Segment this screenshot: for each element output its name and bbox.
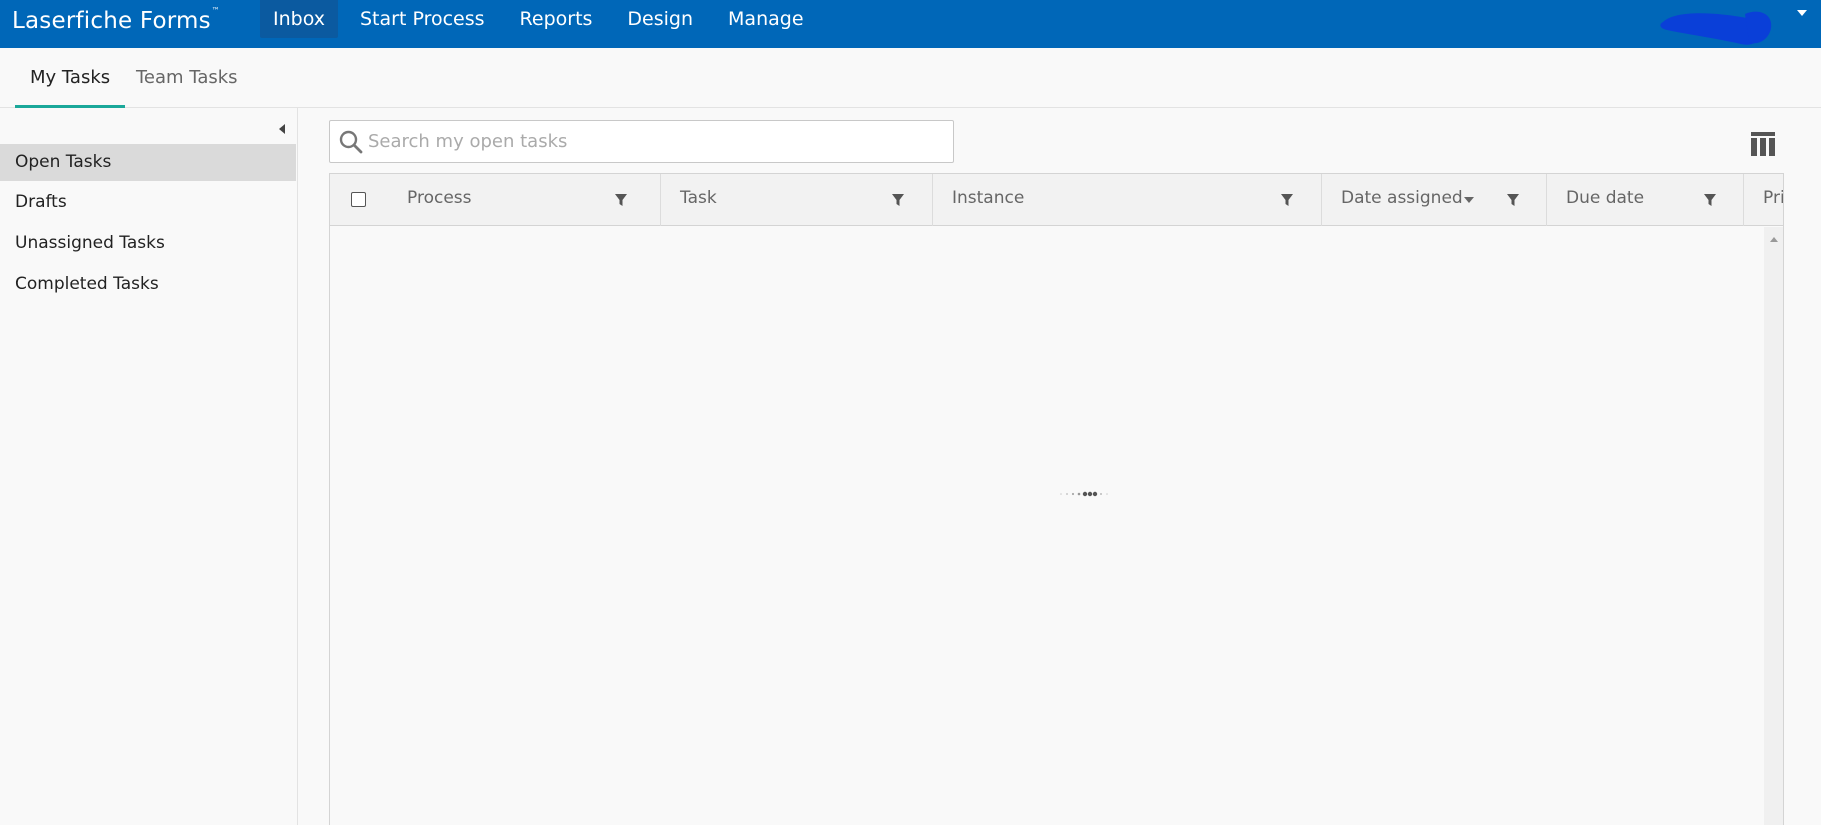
app-brand[interactable]: Laserfiche Forms™	[12, 6, 220, 34]
vertical-scrollbar[interactable]	[1764, 227, 1783, 825]
sort-descending-icon[interactable]	[1464, 197, 1474, 203]
nav-item-design[interactable]: Design	[614, 0, 706, 38]
main-content: Process Task Instance Date assigned Due …	[298, 108, 1821, 825]
tab-team-tasks[interactable]: Team Tasks	[121, 68, 253, 108]
column-instance[interactable]: Instance	[932, 174, 1321, 226]
user-menu[interactable]	[1637, 0, 1807, 48]
column-date-assigned[interactable]: Date assigned	[1321, 174, 1546, 226]
top-navigation-bar: Laserfiche Forms™ Inbox Start Process Re…	[0, 0, 1821, 48]
redacted-username-scribble	[1660, 11, 1772, 45]
nav-item-inbox[interactable]: Inbox	[260, 0, 338, 38]
filter-icon[interactable]	[1280, 193, 1294, 207]
filter-icon[interactable]	[1506, 193, 1520, 207]
trademark-symbol: ™	[211, 6, 220, 15]
column-label: Pri	[1763, 188, 1784, 208]
grid-header: Process Task Instance Date assigned Due …	[330, 174, 1784, 226]
sidebar-item-open-tasks[interactable]: Open Tasks	[0, 144, 296, 181]
tab-my-tasks[interactable]: My Tasks	[15, 68, 126, 108]
columns-icon[interactable]	[1750, 131, 1776, 157]
search-icon	[339, 130, 363, 154]
column-due-date[interactable]: Due date	[1546, 174, 1743, 226]
nav-item-start-process[interactable]: Start Process	[347, 0, 498, 38]
brand-name: Laserfiche Forms	[12, 8, 211, 34]
column-label: Process	[407, 188, 472, 208]
select-all-checkbox[interactable]	[351, 192, 366, 207]
filter-icon[interactable]	[614, 193, 628, 207]
column-label: Instance	[952, 188, 1025, 208]
loading-indicator	[1060, 491, 1108, 497]
column-priority[interactable]: Pri	[1743, 174, 1784, 226]
nav-item-manage[interactable]: Manage	[715, 0, 816, 38]
filter-icon[interactable]	[1703, 193, 1717, 207]
sidebar-item-unassigned-tasks[interactable]: Unassigned Tasks	[0, 225, 296, 262]
main-nav: Inbox Start Process Reports Design Manag…	[260, 0, 826, 38]
task-tabs: My Tasks Team Tasks	[0, 48, 1821, 108]
sidebar: Open Tasks Drafts Unassigned Tasks Compl…	[0, 108, 298, 825]
tasks-grid: Process Task Instance Date assigned Due …	[329, 173, 1784, 825]
column-label: Task	[680, 188, 717, 208]
column-task[interactable]: Task	[660, 174, 932, 226]
sidebar-item-completed-tasks[interactable]: Completed Tasks	[0, 266, 296, 303]
sidebar-item-drafts[interactable]: Drafts	[0, 184, 296, 221]
column-label: Due date	[1566, 188, 1645, 208]
search-input[interactable]	[368, 121, 948, 162]
nav-item-reports[interactable]: Reports	[507, 0, 606, 38]
column-label: Date assigned	[1341, 188, 1463, 208]
scroll-up-icon[interactable]	[1770, 237, 1778, 242]
search-box[interactable]	[329, 120, 954, 163]
chevron-down-icon[interactable]	[1797, 10, 1807, 16]
column-process[interactable]: Process	[388, 174, 660, 226]
filter-icon[interactable]	[891, 193, 905, 207]
chevron-left-icon[interactable]	[279, 124, 285, 134]
